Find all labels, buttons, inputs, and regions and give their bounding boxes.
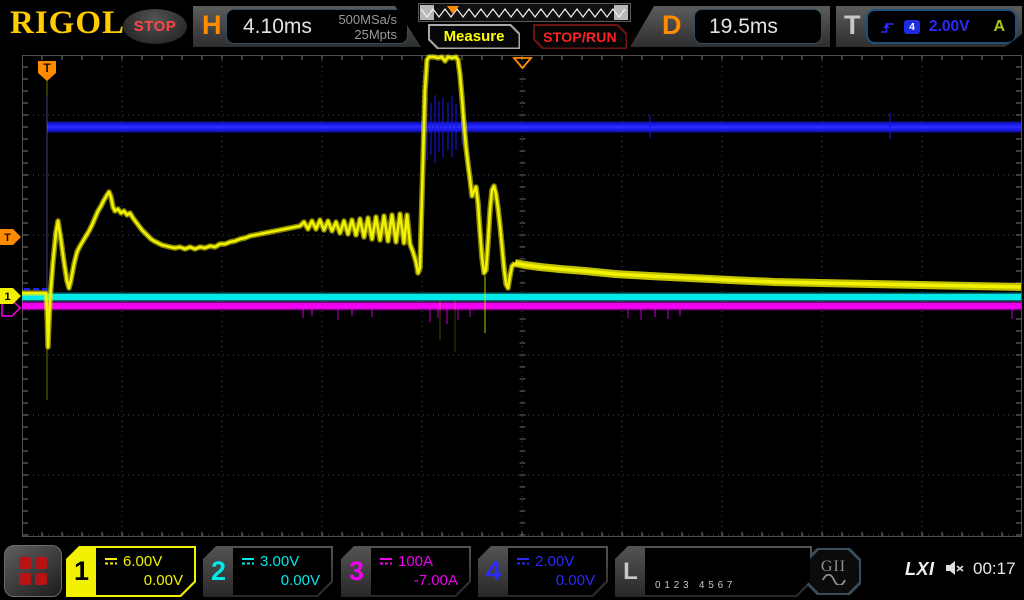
channel-3-number: 3 [341,546,372,597]
horizontal-panel[interactable]: H 4.10ms 500MSa/s 25Mpts [193,6,421,47]
dc-coupling-icon [104,557,118,566]
timebase-value: 4.10ms [243,15,312,39]
run-state-label: STOP [134,18,177,35]
speaker-muted-icon[interactable] [944,558,966,583]
dc-coupling-icon [379,557,393,566]
waveform-position-bar[interactable] [418,3,631,22]
rigol-logo: RIGOL [10,5,125,42]
channel-1-number: 1 [66,546,97,597]
sample-rate: 500MSa/s [338,12,397,27]
measure-label: Measure [444,28,505,45]
channel-2-offset: 0.00V [241,572,323,593]
horizontal-label: H [202,10,222,41]
sine-wave-icon [821,574,847,585]
channel-1-scale: 6.00V [123,553,162,570]
channel-4-scale: 2.00V [535,553,574,570]
channel-2-badge[interactable]: 2 3.00V 0.00V [203,546,333,597]
channel-4-badge[interactable]: 4 2.00V 0.00V [478,546,608,597]
svg-text:1: 1 [4,291,10,303]
channel-3-offset: -7.00A [379,572,461,593]
stop-run-button[interactable]: STOP/RUN [533,24,627,49]
g2-label: GII [821,559,846,574]
trigger-mode: A [993,18,1005,36]
ch4-ground-marker [24,288,30,290]
trigger-position-flag[interactable]: T [38,61,56,81]
dc-coupling-icon [241,557,255,566]
measure-button[interactable]: Measure [428,24,520,49]
oscilloscope-screen: T T 1 RIGOL STOP H 4.10ms 500MSa/s 25Mpts … [0,0,1024,600]
logic-row-1: 0 1 2 3 4 5 6 7 [655,579,810,592]
trigger-box: 4 2.00V A [866,9,1017,44]
acquisition-info: 500MSa/s 25Mpts [338,12,397,42]
svg-text:T: T [43,61,51,75]
channel-3-values: 100A -7.00A [371,548,469,595]
trigger-label: T [844,10,861,41]
channel-3-scale: 100A [398,553,433,570]
channel-2-values: 3.00V 0.00V [233,548,331,595]
channel-4-number: 4 [478,546,509,597]
memory-depth: 25Mpts [354,27,397,42]
trigger-source-badge: 4 [904,20,920,34]
menu-grid-icon [19,557,47,585]
channel-4-offset: 0.00V [516,572,598,593]
channel-1-offset: 0.00V [104,572,186,593]
channel-2-scale: 3.00V [260,553,299,570]
svg-text:T: T [4,232,11,244]
stop-run-label: STOP/RUN [543,29,617,45]
channel-1-values: 6.00V 0.00V [96,548,194,595]
trigger-level-value: 2.00V [929,18,970,36]
channel-1-badge[interactable]: 1 6.00V 0.00V [66,546,196,597]
delay-box: 19.5ms [694,9,822,44]
channel-3-badge[interactable]: 3 100A -7.00A [341,546,471,597]
clock: 00:17 [973,559,1016,579]
delay-label: D [662,10,682,41]
waveform-display[interactable]: T T 1 [0,0,1024,600]
ch1-ground-marker[interactable]: 1 [0,288,21,304]
channel-2-number: 2 [203,546,234,597]
horizontal-box: 4.10ms 500MSa/s 25Mpts [226,9,408,44]
dc-coupling-icon [516,557,530,566]
logic-label: L [615,546,646,597]
run-state-indicator[interactable]: STOP [123,9,187,44]
bottom-status-bar: 1 6.00V 0.00V 2 [0,540,1024,600]
main-menu-button[interactable] [4,545,62,597]
logic-channel-list: 0 1 2 3 4 5 6 7 8 9 10 11 12 13 14 15 [645,548,810,595]
lxi-status-icon: LXI [905,559,935,580]
rising-edge-icon [880,20,895,34]
delay-panel[interactable]: D 19.5ms [630,6,830,47]
ch4-ground-marker [42,288,48,290]
trigger-panel[interactable]: T 4 2.00V A [836,6,1022,47]
trigger-level-marker[interactable]: T [0,229,21,245]
source-g2-button[interactable]: GII [806,548,861,595]
channel-4-values: 2.00V 0.00V [508,548,606,595]
ch4-ground-marker [33,288,39,290]
top-status-bar: RIGOL STOP H 4.10ms 500MSa/s 25Mpts Meas… [0,0,1024,53]
memory-zigzag-icon [419,4,630,21]
delay-value: 19.5ms [709,15,778,39]
logic-analyzer-badge[interactable]: L 0 1 2 3 4 5 6 7 8 9 10 11 12 13 14 15 [615,546,812,597]
